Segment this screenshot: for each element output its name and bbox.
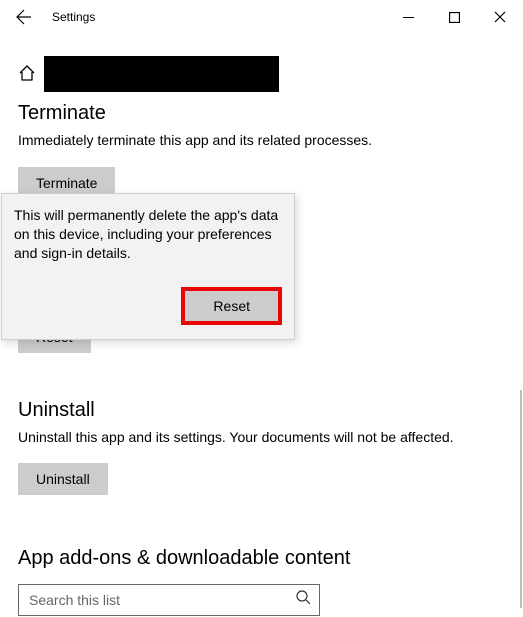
vertical-scrollbar[interactable]: [520, 390, 522, 608]
window-title: Settings: [52, 10, 385, 24]
home-icon[interactable]: [18, 64, 36, 85]
addons-title: App add-ons & downloadable content: [18, 547, 505, 570]
back-arrow-icon: [16, 9, 32, 25]
app-name-redacted: [44, 56, 279, 92]
maximize-button[interactable]: [431, 0, 477, 34]
terminate-desc: Immediately terminate this app and its r…: [18, 131, 505, 151]
minimize-button[interactable]: [385, 0, 431, 34]
uninstall-desc: Uninstall this app and its settings. You…: [18, 428, 505, 448]
back-button[interactable]: [6, 0, 42, 34]
search-icon[interactable]: [296, 590, 311, 610]
uninstall-title: Uninstall: [18, 399, 505, 422]
reset-confirm-text: This will permanently delete the app's d…: [14, 206, 282, 263]
breadcrumb: [18, 56, 505, 92]
addons-search-input[interactable]: [27, 591, 296, 609]
reset-confirm-button[interactable]: Reset: [181, 287, 282, 325]
addons-search-box[interactable]: [18, 584, 320, 616]
uninstall-button[interactable]: Uninstall: [18, 463, 108, 495]
reset-confirm-flyout: This will permanently delete the app's d…: [1, 193, 295, 340]
minimize-icon: [403, 12, 414, 23]
close-button[interactable]: [477, 0, 523, 34]
close-icon: [494, 11, 506, 23]
window-controls: [385, 0, 523, 34]
titlebar: Settings: [0, 0, 523, 34]
maximize-icon: [449, 12, 460, 23]
terminate-title: Terminate: [18, 102, 505, 125]
